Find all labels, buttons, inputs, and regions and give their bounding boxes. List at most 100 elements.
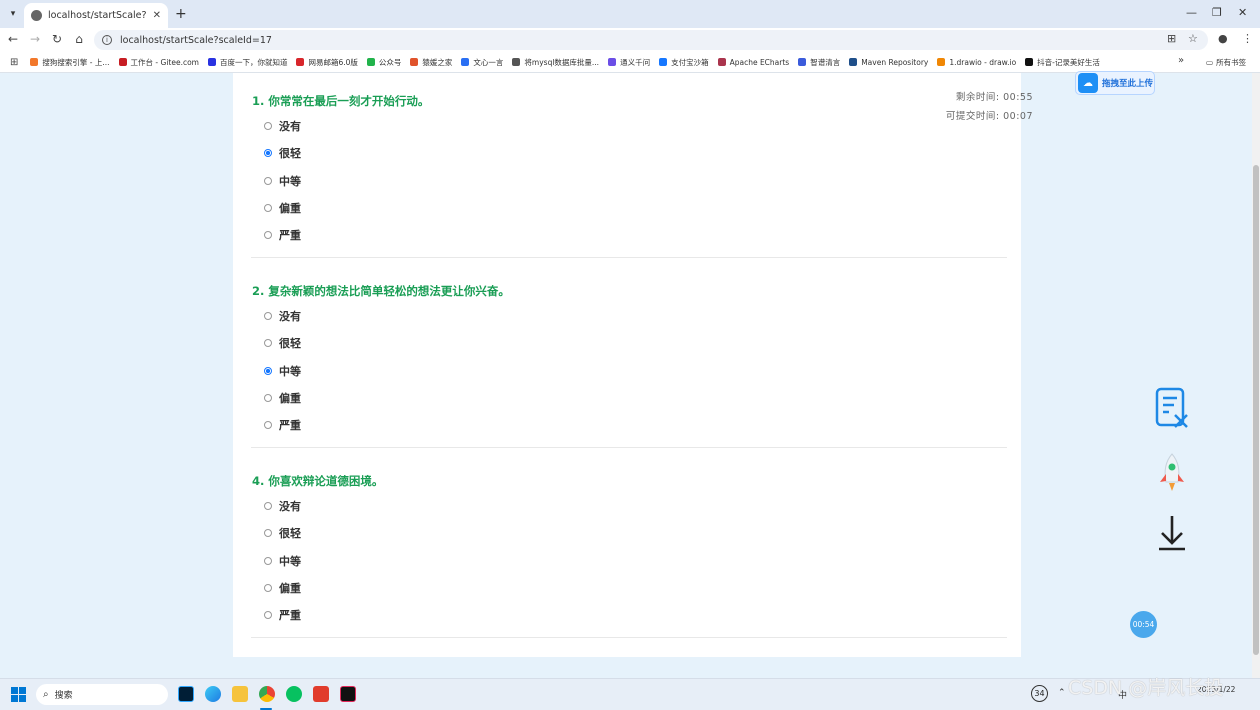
answer-option[interactable]: 中等 <box>264 364 301 378</box>
timer-bubble[interactable]: 00:54 <box>1130 611 1157 638</box>
more-menu-icon[interactable]: ⋮ <box>1242 32 1253 45</box>
bookmarks-overflow-icon[interactable]: » <box>1178 55 1184 66</box>
bookmark-item[interactable]: 百度一下，你就知道 <box>207 57 287 68</box>
answer-option[interactable]: 很轻 <box>264 146 301 160</box>
radio-button[interactable] <box>264 611 272 620</box>
bookmark-item[interactable]: 搜狗搜索引擎 - 上... <box>30 57 110 68</box>
bookmark-item[interactable]: 网易邮箱6.0版 <box>296 57 358 68</box>
forward-button[interactable]: → <box>27 32 43 46</box>
bookmark-favicon-icon <box>849 58 858 66</box>
taskbar-search[interactable]: ⌕ 搜索 <box>36 684 168 705</box>
bookmark-item[interactable]: Maven Repository <box>849 58 928 67</box>
site-info-icon[interactable]: i <box>102 35 112 45</box>
bookmark-item[interactable]: 将mysql数据库批量... <box>512 57 599 68</box>
option-label: 没有 <box>279 500 301 513</box>
option-label: 严重 <box>279 229 301 243</box>
page-scrollbar[interactable] <box>1252 73 1260 678</box>
profile-icon[interactable]: ● <box>1218 32 1228 45</box>
answer-option[interactable]: 严重 <box>264 418 301 432</box>
radio-button[interactable] <box>264 203 272 212</box>
option-label: 很轻 <box>279 337 301 351</box>
download-icon[interactable] <box>1152 512 1192 556</box>
bookmark-item[interactable]: 工作台 - Gitee.com <box>118 57 199 68</box>
radio-button[interactable] <box>264 502 272 510</box>
bookmark-label: 将mysql数据库批量... <box>524 57 600 67</box>
back-button[interactable]: ← <box>5 32 21 46</box>
upload-label: 拖拽至此上传 <box>1102 79 1154 89</box>
radio-button[interactable] <box>264 231 272 240</box>
answer-sheet-icon[interactable] <box>1152 386 1192 430</box>
answer-option[interactable]: 严重 <box>264 228 301 242</box>
answer-option[interactable]: 偏重 <box>264 201 301 215</box>
photoshop-icon[interactable] <box>178 686 194 702</box>
bookmark-favicon-icon <box>798 58 807 66</box>
rocket-icon[interactable] <box>1152 450 1192 494</box>
chrome-icon[interactable] <box>259 686 275 702</box>
tray-badge[interactable]: 34 <box>1031 685 1048 702</box>
bookmark-item[interactable]: Apache ECharts <box>717 57 790 67</box>
radio-button[interactable] <box>264 149 272 158</box>
translate-icon[interactable]: ⊞ <box>1167 32 1176 45</box>
bookmark-item[interactable]: 公众号 <box>366 57 401 68</box>
browser-tab[interactable]: localhost/startScale?scaleId= ✕ <box>24 3 168 28</box>
address-bar[interactable]: i localhost/startScale?scaleId=17 <box>94 30 1208 50</box>
answer-option[interactable]: 很轻 <box>264 526 301 540</box>
radio-button[interactable] <box>264 529 272 538</box>
home-button[interactable]: ⌂ <box>71 32 87 46</box>
bookmark-star-icon[interactable]: ☆ <box>1188 32 1198 45</box>
answer-option[interactable]: 中等 <box>264 174 301 188</box>
bookmark-item[interactable]: 抖音-记录美好生活 <box>1025 57 1100 68</box>
answer-option[interactable]: 没有 <box>264 119 301 133</box>
windows-start-icon[interactable] <box>11 687 26 702</box>
minimize-button[interactable]: — <box>1186 6 1197 19</box>
bookmark-item[interactable]: 智谱清言 <box>798 57 840 68</box>
bookmark-item[interactable]: 通义千问 <box>608 57 650 68</box>
answer-option[interactable]: 没有 <box>264 309 301 323</box>
url-text: localhost/startScale?scaleId=17 <box>120 34 272 46</box>
restore-button[interactable]: ❐ <box>1212 6 1222 19</box>
new-tab-button[interactable]: + <box>175 6 187 22</box>
radio-button[interactable] <box>264 339 272 348</box>
page-background: 剩余时间: 00:55 可提交时间: 00:07 1. 你常常在最后一刻才开始行… <box>0 73 1252 678</box>
radio-button[interactable] <box>264 556 272 565</box>
question-title: 2. 复杂新颖的想法比简单轻松的想法更让你兴奋。 <box>252 284 510 298</box>
answer-option[interactable]: 严重 <box>264 608 301 622</box>
edge-icon[interactable] <box>205 686 221 702</box>
tab-search-icon[interactable]: ▾ <box>6 7 20 21</box>
intellij-icon[interactable] <box>340 686 356 702</box>
radio-button[interactable] <box>264 366 272 375</box>
answer-option[interactable]: 中等 <box>264 554 301 568</box>
answer-option[interactable]: 偏重 <box>264 391 301 405</box>
close-tab-icon[interactable]: ✕ <box>153 10 161 21</box>
bookmark-item[interactable]: 文心一言 <box>461 57 503 68</box>
bookmark-item[interactable]: 猿媛之家 <box>410 57 452 68</box>
all-bookmarks[interactable]: ▭ 所有书签 <box>1206 57 1246 68</box>
reload-button[interactable]: ↻ <box>49 32 65 46</box>
answer-option[interactable]: 没有 <box>264 499 301 513</box>
file-explorer-icon[interactable] <box>232 686 248 702</box>
radio-button[interactable] <box>264 393 272 402</box>
bookmark-label: 支付宝沙箱 <box>671 57 709 67</box>
question-divider <box>251 637 1007 638</box>
drag-upload-widget[interactable]: ☁ 拖拽至此上传 <box>1075 71 1155 95</box>
close-window-button[interactable]: ✕ <box>1238 6 1247 19</box>
radio-button[interactable] <box>264 421 272 430</box>
answer-option[interactable]: 很轻 <box>264 336 301 350</box>
apps-grid-icon[interactable]: ⊞ <box>10 57 18 68</box>
radio-button[interactable] <box>264 583 272 592</box>
radio-button[interactable] <box>264 122 272 130</box>
radio-button[interactable] <box>264 176 272 185</box>
scrollbar-thumb[interactable] <box>1253 165 1259 655</box>
bookmark-label: Apache ECharts <box>729 57 790 67</box>
bookmark-item[interactable]: 1.drawio - draw.io <box>937 58 1016 67</box>
option-label: 偏重 <box>279 391 301 405</box>
answer-option[interactable]: 偏重 <box>264 581 301 595</box>
option-label: 中等 <box>279 174 301 188</box>
tray-overflow-icon[interactable]: ⌃ <box>1058 688 1066 698</box>
bookmark-favicon-icon <box>118 58 127 66</box>
wechat-icon[interactable] <box>286 686 302 702</box>
radio-button[interactable] <box>264 312 272 320</box>
wps-icon[interactable] <box>313 686 329 702</box>
bookmark-item[interactable]: 支付宝沙箱 <box>659 57 709 68</box>
bookmark-label: 搜狗搜索引擎 - 上... <box>42 57 110 67</box>
